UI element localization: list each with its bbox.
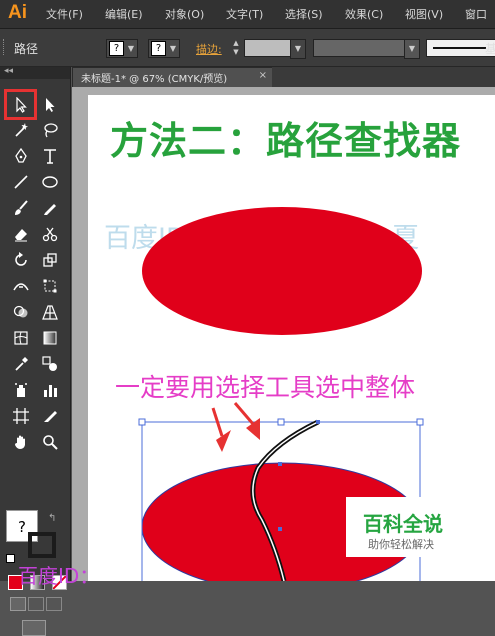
bottom-id-text: 百度ID： xyxy=(18,564,100,588)
anchor-point[interactable] xyxy=(278,462,282,466)
draw-inside-button[interactable] xyxy=(46,597,62,611)
red-arrows xyxy=(211,402,260,452)
draw-behind-button[interactable] xyxy=(28,597,44,611)
anchor-point[interactable] xyxy=(316,420,320,424)
anchor-point[interactable] xyxy=(278,527,282,531)
top-red-ellipse[interactable] xyxy=(142,207,422,335)
baike-watermark-badge: 百科全说 助你轻松解决 xyxy=(346,497,466,557)
screen-mode-button[interactable] xyxy=(22,620,46,636)
draw-normal-button[interactable] xyxy=(10,597,26,611)
badge-subtitle: 助你轻松解决 xyxy=(368,538,434,551)
artwork-shapes xyxy=(138,207,424,581)
hint-text: 一定要用选择工具选中整体 xyxy=(115,373,416,402)
badge-title: 百科全说 xyxy=(363,512,443,536)
